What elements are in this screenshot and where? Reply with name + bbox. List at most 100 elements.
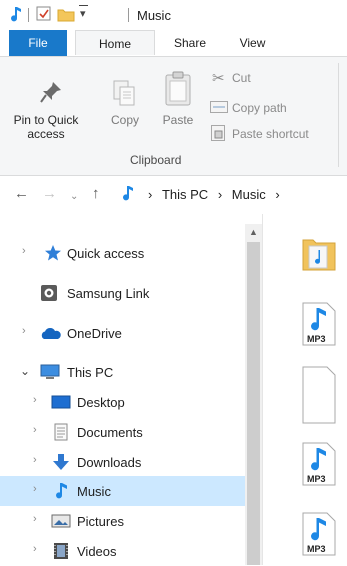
expand-chevron-icon[interactable]: › (22, 325, 26, 337)
title-separator (28, 8, 29, 22)
nav-label: Quick access (67, 246, 145, 261)
expand-chevron-icon[interactable]: › (33, 454, 37, 466)
paste-shortcut-label: Paste shortcut (232, 127, 309, 141)
computer-icon (40, 364, 60, 379)
copy-path-button[interactable]: Copy path (210, 99, 335, 117)
expand-chevron-icon[interactable]: › (33, 513, 37, 525)
collapse-chevron-icon[interactable]: ⌄ (20, 364, 30, 378)
nav-label: Pictures (77, 514, 124, 529)
nav-item-quick-access[interactable]: › Quick access (0, 238, 245, 268)
breadcrumb-music[interactable]: Music (232, 187, 266, 202)
pin-icon (40, 82, 61, 103)
paste-shortcut-icon (211, 125, 225, 141)
nav-item-onedrive[interactable]: › OneDrive (0, 318, 245, 348)
pin-to-quick-access-button[interactable]: Pin to Quick access (10, 79, 90, 149)
tab-view[interactable]: View (225, 30, 280, 56)
properties-icon[interactable] (36, 6, 52, 22)
pin-label-line1: Pin to Quick (13, 113, 79, 127)
customize-toolbar-icon[interactable]: ▾ (80, 7, 86, 20)
breadcrumb-separator[interactable]: › (218, 187, 222, 202)
cut-button[interactable]: ✂ Cut (212, 69, 327, 87)
breadcrumb-this-pc[interactable]: This PC (162, 187, 208, 202)
nav-item-this-pc[interactable]: ⌄ This PC (0, 357, 245, 387)
star-icon (45, 245, 61, 261)
folder-item[interactable] (301, 230, 337, 274)
ribbon-tabs: File Home Share View (0, 30, 347, 56)
folder-icon (302, 239, 336, 271)
paste-shortcut-button[interactable]: Paste shortcut (210, 125, 338, 143)
breadcrumb: › This PC › Music › (148, 187, 280, 202)
ribbon-home: Pin to Quick access Copy Paste ✂ Cut Cop… (0, 56, 347, 176)
recent-locations-chevron-icon[interactable]: ⌄ (70, 189, 78, 205)
window-title: Music (137, 8, 171, 23)
tab-share[interactable]: Share (160, 30, 220, 56)
up-arrow-icon[interactable]: ↑ (92, 186, 100, 202)
samsung-link-icon (41, 285, 57, 301)
address-bar: ← → ⌄ ↑ › This PC › Music › (0, 176, 347, 214)
nav-label: Documents (77, 425, 143, 440)
copy-button[interactable]: Copy (105, 79, 145, 139)
desktop-icon (51, 395, 71, 409)
new-folder-icon[interactable] (57, 7, 75, 22)
navigation-pane: › Quick access Samsung Link › OneDrive ⌄… (0, 224, 262, 565)
music-note-icon (123, 186, 133, 201)
forward-arrow-icon[interactable]: → (42, 186, 57, 202)
expand-chevron-icon[interactable]: › (33, 483, 37, 495)
tab-home[interactable]: Home (75, 30, 155, 55)
nav-label: OneDrive (67, 326, 122, 341)
title-separator (128, 8, 129, 22)
tab-file[interactable]: File (9, 30, 67, 56)
nav-item-samsung-link[interactable]: Samsung Link (0, 278, 245, 308)
scissors-icon: ✂ (212, 70, 225, 87)
nav-item-downloads[interactable]: › Downloads (0, 447, 245, 477)
nav-item-documents[interactable]: › Documents (0, 417, 245, 447)
nav-item-desktop[interactable]: › Desktop (0, 387, 245, 417)
expand-chevron-icon[interactable]: › (33, 543, 37, 555)
documents-icon (54, 423, 68, 441)
nav-label: Desktop (77, 395, 125, 410)
mp3-file-item[interactable]: MP3 (301, 302, 337, 346)
cloud-icon (41, 328, 61, 339)
mp3-badge: MP3 (307, 544, 326, 554)
mp3-badge: MP3 (307, 334, 326, 344)
copy-icon (113, 80, 135, 106)
expand-chevron-icon[interactable]: › (22, 245, 26, 257)
mp3-file-item[interactable]: MP3 (301, 512, 337, 556)
scroll-up-arrow-icon[interactable]: ▲ (245, 224, 262, 240)
nav-label: Downloads (77, 455, 142, 470)
music-note-icon (56, 483, 67, 499)
clipboard-group-label: Clipboard (130, 153, 182, 167)
back-arrow-icon[interactable]: ← (14, 186, 29, 202)
mp3-file-item[interactable]: MP3 (301, 442, 337, 486)
expand-chevron-icon[interactable]: › (33, 424, 37, 436)
clipboard-icon (165, 71, 191, 106)
pictures-icon (51, 514, 71, 528)
paste-button[interactable]: Paste (157, 71, 199, 141)
breadcrumb-separator[interactable]: › (275, 187, 279, 202)
scroll-thumb[interactable] (247, 242, 260, 565)
copy-path-icon (210, 101, 228, 113)
copy-path-label: Copy path (232, 101, 287, 115)
file-item[interactable] (301, 366, 337, 424)
nav-item-videos[interactable]: › Videos (0, 536, 245, 566)
breadcrumb-separator[interactable]: › (148, 187, 152, 202)
nav-item-pictures[interactable]: › Pictures (0, 506, 245, 536)
pin-label-line2: access (27, 127, 65, 141)
customize-toolbar-bar (79, 5, 88, 6)
paste-label: Paste (162, 113, 194, 127)
ribbon-group-divider (338, 63, 339, 167)
nav-label: This PC (67, 365, 114, 380)
blank-file-icon (302, 366, 336, 424)
nav-scrollbar[interactable]: ▲ (245, 224, 262, 565)
expand-chevron-icon[interactable]: › (33, 394, 37, 406)
download-icon (53, 454, 69, 470)
videos-icon (54, 543, 68, 559)
nav-item-music[interactable]: › Music (0, 476, 245, 506)
title-bar: ▾ Music (0, 0, 347, 30)
nav-label: Samsung Link (67, 286, 150, 301)
mp3-badge: MP3 (307, 474, 326, 484)
nav-label: Music (77, 484, 111, 499)
music-note-icon (11, 7, 21, 22)
nav-label: Videos (77, 544, 117, 559)
cut-label: Cut (232, 71, 251, 85)
